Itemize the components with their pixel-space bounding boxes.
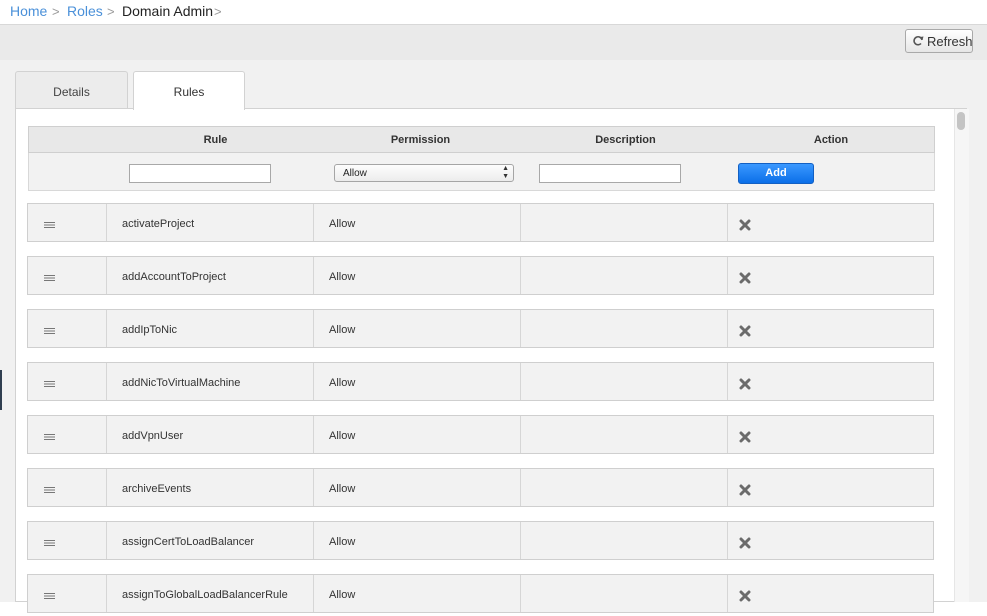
drag-handle[interactable] xyxy=(28,204,106,241)
rule-description[interactable] xyxy=(520,257,727,294)
table-row: addIpToNic Allow xyxy=(27,309,934,348)
rule-action xyxy=(727,363,933,400)
table-row: addAccountToProject Allow xyxy=(27,256,934,295)
rule-description[interactable] xyxy=(520,416,727,453)
drag-handle-icon xyxy=(44,381,55,387)
table-row: assignCertToLoadBalancer Allow xyxy=(27,521,934,560)
breadcrumb-separator: > xyxy=(107,4,115,19)
select-arrows-icon: ▲ ▼ xyxy=(502,165,509,180)
rule-permission[interactable]: Allow xyxy=(313,575,520,612)
delete-icon[interactable] xyxy=(739,484,751,496)
rule-description[interactable] xyxy=(520,522,727,559)
drag-handle-icon xyxy=(44,540,55,546)
drag-handle-icon xyxy=(44,328,55,334)
drag-handle[interactable] xyxy=(28,310,106,347)
description-input[interactable] xyxy=(539,164,681,183)
toolbar: Refresh xyxy=(0,24,987,61)
rule-permission[interactable]: Allow xyxy=(313,310,520,347)
rule-description[interactable] xyxy=(520,469,727,506)
rule-name: archiveEvents xyxy=(106,469,313,506)
left-edge-marker xyxy=(0,370,2,410)
breadcrumb-current: Domain Admin xyxy=(122,3,214,19)
drag-handle[interactable] xyxy=(28,575,106,612)
drag-handle[interactable] xyxy=(28,363,106,400)
rule-permission[interactable]: Allow xyxy=(313,204,520,241)
rule-permission[interactable]: Allow xyxy=(313,416,520,453)
rule-action xyxy=(727,416,933,453)
breadcrumb: Home > Roles > Domain Admin > xyxy=(0,0,987,24)
refresh-icon xyxy=(913,36,924,46)
rule-permission[interactable]: Allow xyxy=(313,257,520,294)
drag-handle-icon xyxy=(44,275,55,281)
rule-name: assignToGlobalLoadBalancerRule xyxy=(106,575,313,612)
rule-name: assignCertToLoadBalancer xyxy=(106,522,313,559)
rule-action xyxy=(727,257,933,294)
breadcrumb-separator: > xyxy=(52,4,60,19)
column-header-description: Description xyxy=(523,126,729,153)
column-header-permission: Permission xyxy=(318,126,524,153)
tab-rules[interactable]: Rules xyxy=(133,71,245,110)
table-row: archiveEvents Allow xyxy=(27,468,934,507)
drag-handle[interactable] xyxy=(28,469,106,506)
form-cell-empty xyxy=(28,153,114,191)
rule-permission[interactable]: Allow xyxy=(313,363,520,400)
scrollbar-thumb[interactable] xyxy=(957,112,965,130)
add-rule-button[interactable]: Add xyxy=(738,163,814,184)
delete-icon[interactable] xyxy=(739,431,751,443)
drag-handle[interactable] xyxy=(28,257,106,294)
permission-select-value: Allow xyxy=(343,168,367,179)
rule-action xyxy=(727,310,933,347)
scrollbar-track[interactable] xyxy=(954,109,969,602)
rule-name: activateProject xyxy=(106,204,313,241)
rule-permission[interactable]: Allow xyxy=(313,522,520,559)
rule-name: addAccountToProject xyxy=(106,257,313,294)
breadcrumb-roles[interactable]: Roles xyxy=(67,3,103,20)
rule-permission[interactable]: Allow xyxy=(313,469,520,506)
rule-action xyxy=(727,469,933,506)
rule-name: addVpnUser xyxy=(106,416,313,453)
drag-handle[interactable] xyxy=(28,522,106,559)
rule-input[interactable] xyxy=(129,164,271,183)
breadcrumb-home[interactable]: Home xyxy=(10,3,47,20)
rule-name: addNicToVirtualMachine xyxy=(106,363,313,400)
delete-icon[interactable] xyxy=(739,325,751,337)
drag-handle[interactable] xyxy=(28,416,106,453)
rule-action xyxy=(727,204,933,241)
column-header-rule: Rule xyxy=(113,126,319,153)
tab-details[interactable]: Details xyxy=(15,71,128,108)
rule-action xyxy=(727,522,933,559)
rule-description[interactable] xyxy=(520,575,727,612)
delete-icon[interactable] xyxy=(739,219,751,231)
drag-handle-icon xyxy=(44,434,55,440)
rule-description[interactable] xyxy=(520,363,727,400)
table-row: addVpnUser Allow xyxy=(27,415,934,454)
rule-description[interactable] xyxy=(520,204,727,241)
drag-handle-icon xyxy=(44,487,55,493)
drag-handle-icon xyxy=(44,593,55,599)
delete-icon[interactable] xyxy=(739,590,751,602)
table-row: addNicToVirtualMachine Allow xyxy=(27,362,934,401)
delete-icon[interactable] xyxy=(739,537,751,549)
refresh-button[interactable]: Refresh xyxy=(905,29,973,53)
table-row: assignToGlobalLoadBalancerRule Allow xyxy=(27,574,934,613)
refresh-label: Refresh xyxy=(927,34,973,49)
rule-action xyxy=(727,575,933,612)
delete-icon[interactable] xyxy=(739,272,751,284)
delete-icon[interactable] xyxy=(739,378,751,390)
drag-handle-icon xyxy=(44,222,55,228)
rule-name: addIpToNic xyxy=(106,310,313,347)
column-header-drag xyxy=(28,126,114,153)
breadcrumb-separator: > xyxy=(214,4,222,19)
table-row: activateProject Allow xyxy=(27,203,934,242)
column-header-action: Action xyxy=(728,126,935,153)
permission-select[interactable]: Allow ▲ ▼ xyxy=(334,164,514,182)
rule-description[interactable] xyxy=(520,310,727,347)
